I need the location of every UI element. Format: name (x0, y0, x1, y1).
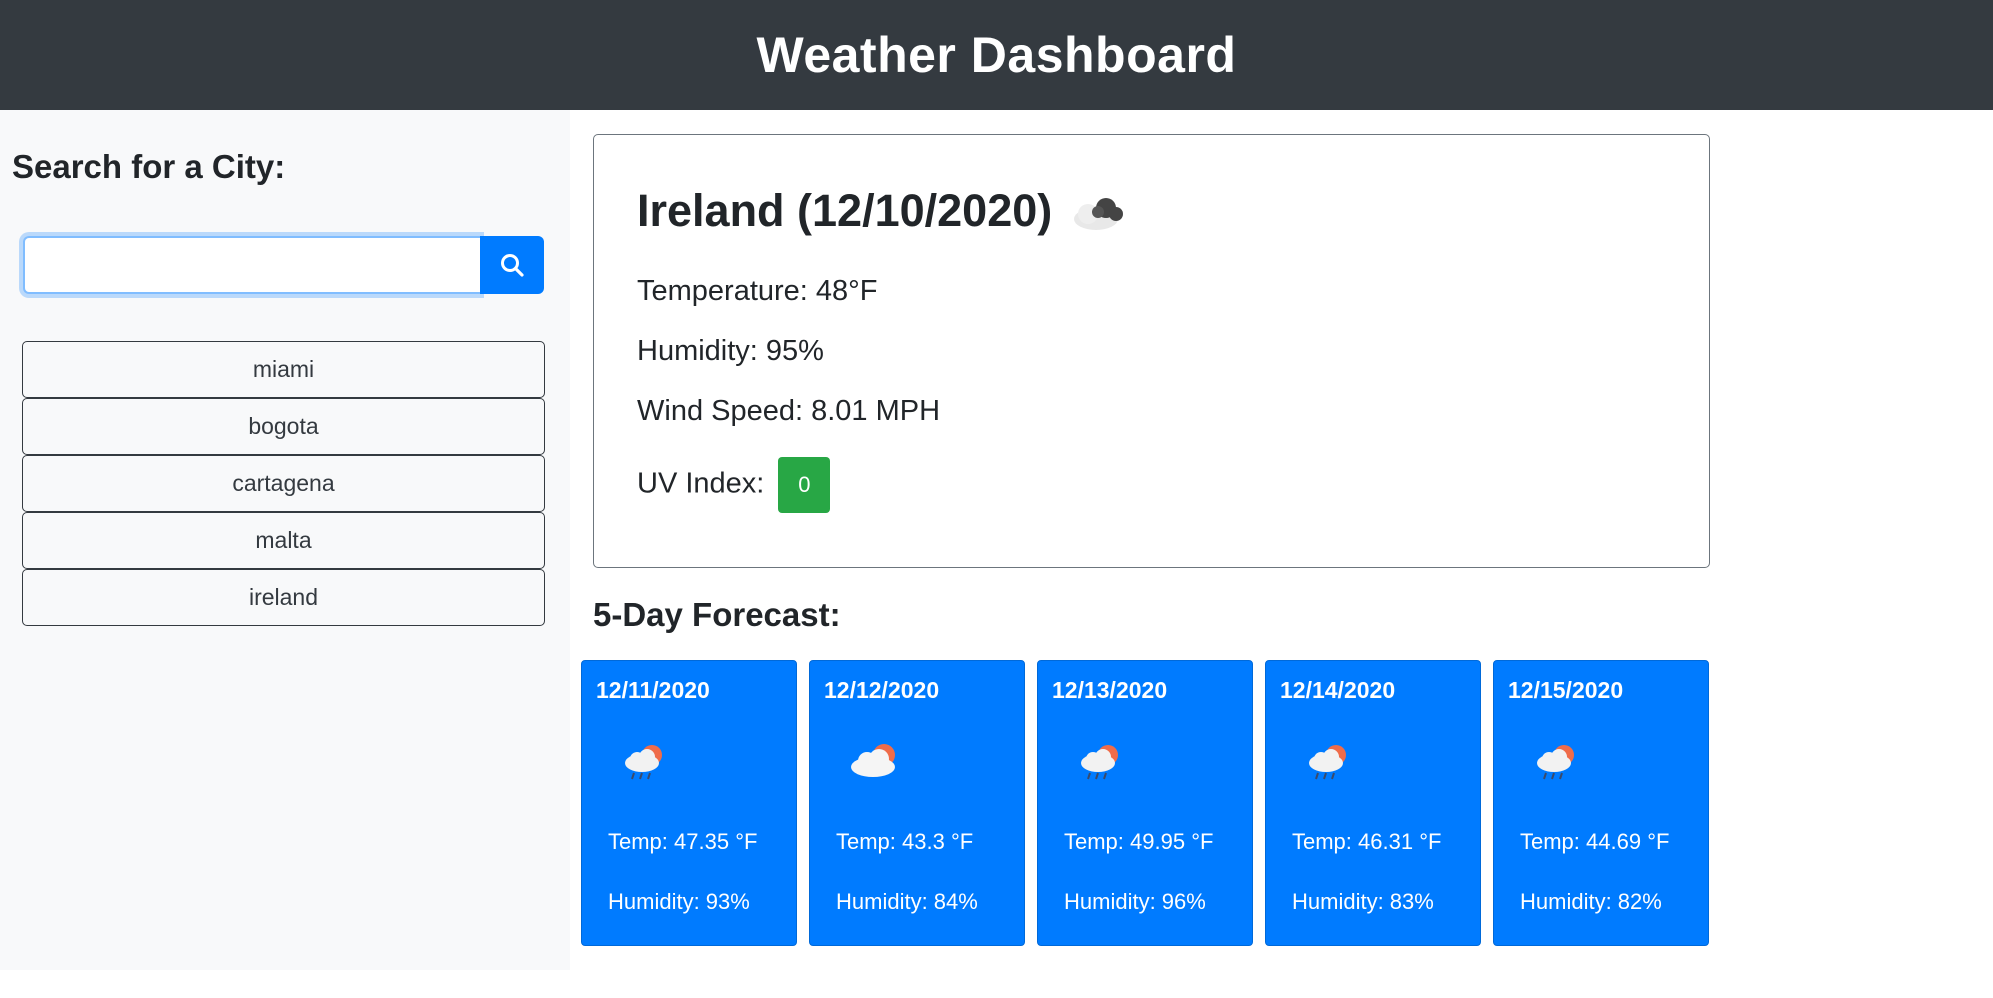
forecast-heading: 5-Day Forecast: (593, 596, 841, 633)
forecast-date: 12/14/2020 (1280, 677, 1396, 703)
uv-index-label: UV Index: (637, 467, 765, 500)
forecast-card: 12/12/2020 Temp: 43.3 °F Humidity: 84% (809, 660, 1025, 946)
page-title: Weather Dashboard (756, 27, 1237, 83)
forecast-humidity: Humidity: 82% (1520, 889, 1662, 914)
forecast-temp: Temp: 44.69 °F (1520, 829, 1670, 854)
forecast-humidity: Humidity: 93% (608, 889, 750, 914)
search-icon (501, 254, 524, 277)
forecast-card: 12/13/2020 Temp: 49.95 °F Humidity: 96% (1037, 660, 1253, 946)
cloudy-icon (1066, 186, 1126, 236)
forecast-date: 12/15/2020 (1508, 677, 1624, 703)
cloud-sun-icon (851, 744, 895, 777)
rain-sun-icon (1081, 745, 1118, 780)
forecast-card: 12/14/2020 Temp: 46.31 °F Humidity: 83% (1265, 660, 1481, 946)
current-city-date: Ireland (12/10/2020) (637, 185, 1053, 236)
history-item-miami[interactable]: miami (22, 341, 545, 398)
search-heading: Search for a City: (12, 148, 286, 185)
forecast-humidity: Humidity: 96% (1064, 889, 1206, 914)
current-humidity: Humidity: 95% (637, 335, 824, 367)
history-item-ireland[interactable]: ireland (22, 569, 545, 626)
history-item-malta[interactable]: malta (22, 512, 545, 569)
search-group (23, 236, 544, 294)
history-item-bogota[interactable]: bogota (22, 398, 545, 455)
forecast-date: 12/11/2020 (596, 677, 710, 703)
current-weather-title: Ireland (12/10/2020) (637, 185, 1126, 237)
search-button[interactable] (480, 236, 544, 294)
forecast-card: 12/11/2020 Temp: 47.35 °F Humidity: 93% (581, 660, 797, 946)
current-wind-speed: Wind Speed: 8.01 MPH (637, 395, 941, 427)
search-history-list: miami bogota cartagena malta ireland (22, 341, 545, 626)
rain-sun-icon (1537, 745, 1574, 780)
city-search-input[interactable] (23, 236, 480, 294)
forecast-temp: Temp: 43.3 °F (836, 829, 974, 854)
forecast-temp: Temp: 47.35 °F (608, 829, 758, 854)
forecast-date: 12/13/2020 (1052, 677, 1168, 703)
rain-sun-icon (1309, 745, 1346, 780)
forecast-cards: 12/11/2020 Temp: 47.35 °F Humidity: 93% … (581, 660, 1721, 946)
forecast-humidity: Humidity: 84% (836, 889, 978, 914)
forecast-humidity: Humidity: 83% (1292, 889, 1434, 914)
uv-index-row: UV Index: 0 (637, 457, 831, 513)
current-temperature: Temperature: 48°F (637, 275, 878, 307)
uv-index-badge: 0 (778, 457, 831, 513)
sidebar: Search for a City: miami bogota cartagen… (0, 110, 570, 970)
app-header: Weather Dashboard (0, 0, 1993, 110)
forecast-temp: Temp: 49.95 °F (1064, 829, 1214, 854)
history-item-cartagena[interactable]: cartagena (22, 455, 545, 512)
rain-sun-icon (625, 745, 662, 780)
forecast-date: 12/12/2020 (824, 677, 940, 703)
forecast-card: 12/15/2020 Temp: 44.69 °F Humidity: 82% (1493, 660, 1709, 946)
current-weather-card: Ireland (12/10/2020) Temperature: 48°F H… (593, 134, 1710, 568)
forecast-temp: Temp: 46.31 °F (1292, 829, 1442, 854)
